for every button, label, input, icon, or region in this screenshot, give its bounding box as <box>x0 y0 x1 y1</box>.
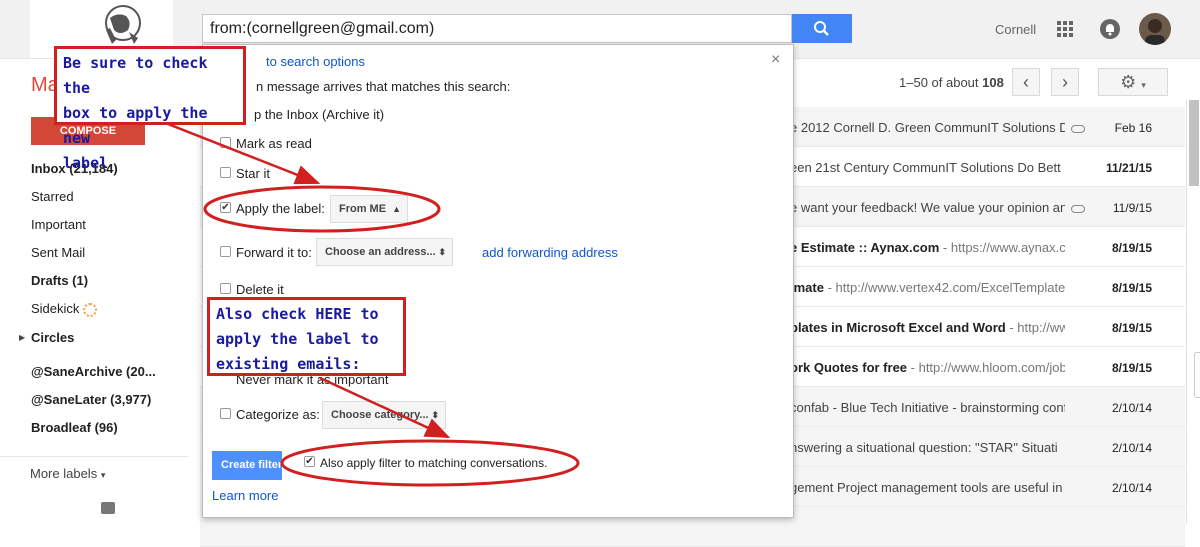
callout-line: box to apply the new <box>63 104 208 147</box>
callout-line: Also check HERE to <box>216 305 379 323</box>
annotation-callout-top: Be sure to check the box to apply the ne… <box>54 46 246 172</box>
highlight-ellipse-also-apply <box>280 439 580 487</box>
callout-line: label <box>63 154 109 172</box>
annotation-arrow-bottom <box>319 376 451 439</box>
callout-line: apply the label to <box>216 330 379 348</box>
callout-line: existing emails: <box>216 355 361 373</box>
annotation-callout-bottom: Also check HERE to apply the label to ex… <box>207 297 406 376</box>
callout-line: Be sure to check the <box>63 54 208 97</box>
highlight-ellipse-apply-label <box>203 185 441 233</box>
